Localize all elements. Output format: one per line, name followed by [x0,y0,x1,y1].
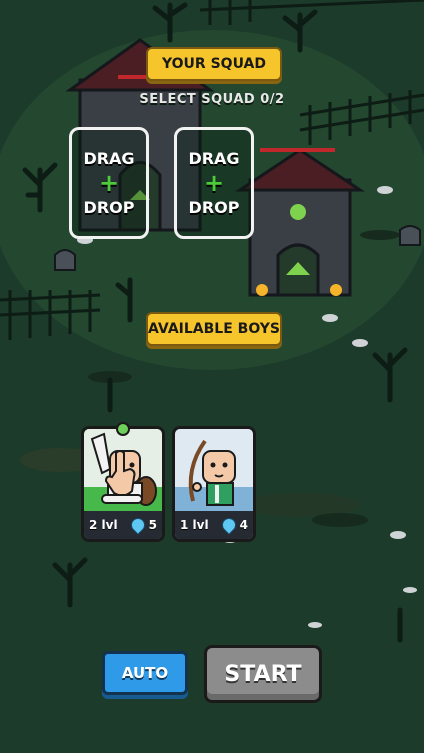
your-squad-title: YOUR SQUAD [146,47,282,81]
start-button[interactable]: START [204,645,322,703]
archer-portrait [175,429,253,507]
select-squad-counter: SELECT SQUAD 0/2 [139,92,285,107]
card-level: 1 lvl [180,518,209,532]
card-mana: 4 [218,515,248,535]
start-button-label: START [224,661,302,687]
character-card-swordsman[interactable]: 2 lvl 5 [81,426,165,542]
slot-drop-label: DROP [83,198,135,217]
mana-drop-icon [218,515,239,535]
auto-button-label: AUTO [121,664,169,682]
card-level: 2 lvl [89,518,118,532]
available-boys-title: AVAILABLE BOYS [146,312,282,346]
available-boys-label: AVAILABLE BOYS [148,321,280,337]
swordsman-portrait [84,429,162,507]
plus-icon: + [98,169,120,197]
squad-slot-2[interactable]: DRAG + DROP [174,127,254,239]
slot-drag-label: DRAG [188,149,240,168]
card-mana: 5 [127,515,157,535]
slot-drop-label: DROP [188,198,240,217]
graveyard-background [0,0,424,753]
auto-button[interactable]: AUTO [102,651,188,695]
card-mana-cost: 4 [239,518,248,532]
character-card-archer[interactable]: 1 lvl 4 [172,426,256,542]
squad-slot-1[interactable]: DRAG + DROP [69,127,149,239]
card-mana-cost: 5 [148,518,157,532]
your-squad-label: YOUR SQUAD [162,56,266,72]
slot-drag-label: DRAG [83,149,135,168]
plus-icon: + [203,169,225,197]
card-footer: 2 lvl 5 [84,511,162,539]
card-footer: 1 lvl 4 [175,511,253,539]
selected-indicator [116,422,130,436]
mana-drop-icon [127,515,148,535]
